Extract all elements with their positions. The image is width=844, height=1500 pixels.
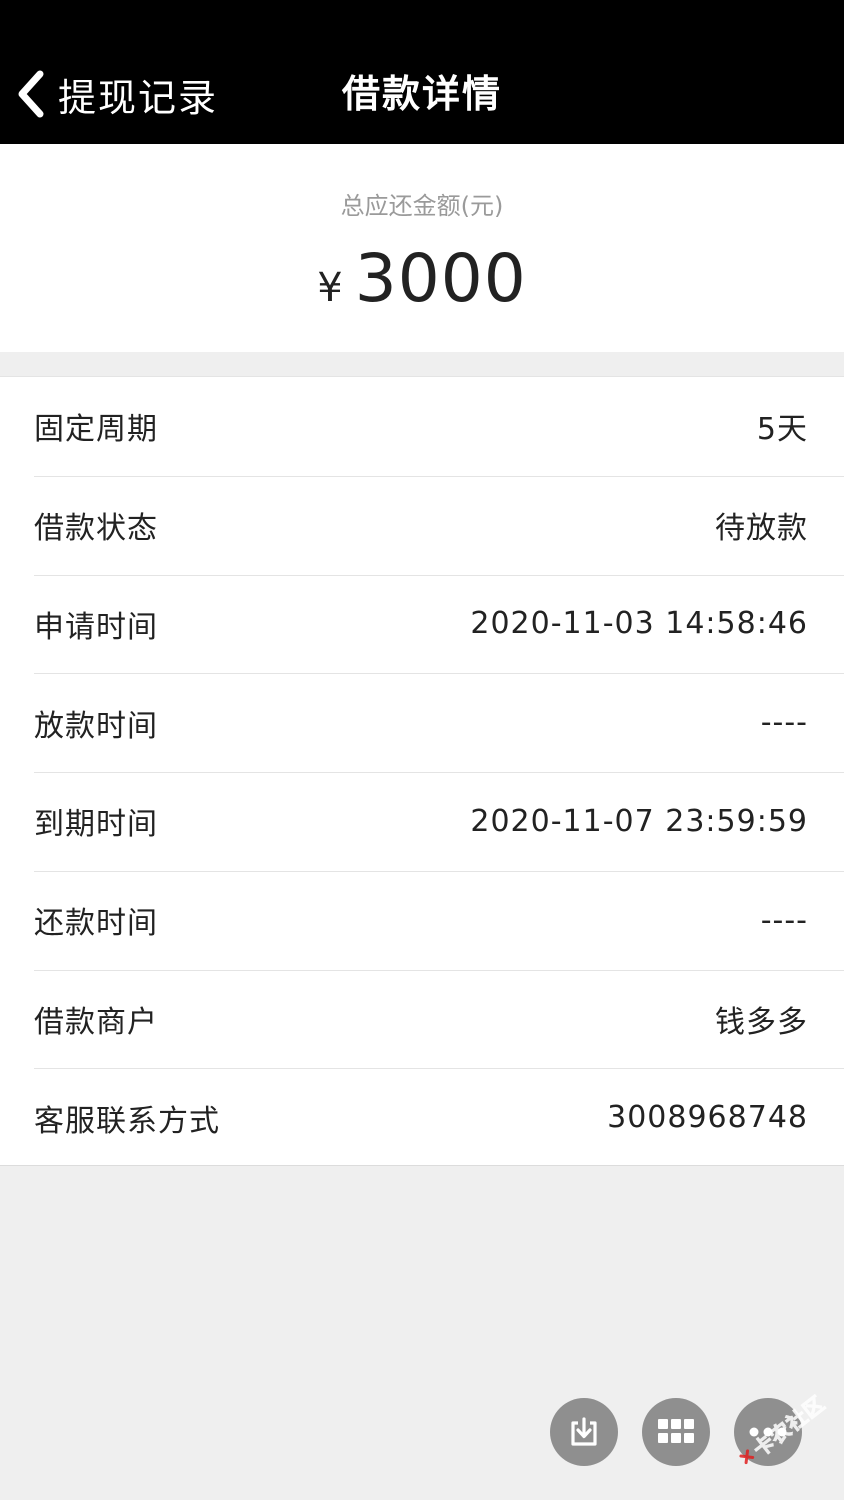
grid-icon: [658, 1419, 694, 1443]
row-value: 2020-11-07 23:59:59: [470, 803, 808, 839]
amount-card: 总应还金额(元) ¥ 3000: [0, 144, 844, 352]
row-value: ----: [760, 705, 808, 741]
detail-row-apply-time: 申请时间 2020-11-03 14:58:46: [0, 574, 844, 674]
loan-detail-list: 固定周期 5天 借款状态 待放款 申请时间 2020-11-03 14:58:4…: [0, 376, 844, 1166]
nav-bar: 提现记录 借款详情: [0, 0, 844, 144]
amount-number: 3000: [354, 240, 527, 317]
row-label: 放款时间: [34, 708, 158, 744]
row-label: 申请时间: [34, 609, 158, 645]
detail-row-fixed-period: 固定周期 5天: [0, 377, 844, 476]
detail-row-due-time: 到期时间 2020-11-07 23:59:59: [0, 772, 844, 871]
download-button[interactable]: [550, 1398, 618, 1466]
watermark: 卡农社区: [724, 1375, 840, 1484]
row-value: 5天: [756, 412, 808, 448]
amount-label: 总应还金额(元): [340, 192, 504, 220]
grid-menu-button[interactable]: [642, 1398, 710, 1466]
row-label: 到期时间: [34, 807, 158, 843]
detail-row-customer-service: 客服联系方式 3008968748: [0, 1068, 844, 1167]
row-label: 还款时间: [34, 906, 158, 942]
amount-value: ¥ 3000: [0, 240, 844, 317]
detail-row-loan-status: 借款状态 待放款: [0, 475, 844, 575]
row-value: 2020-11-03 14:58:46: [470, 606, 808, 642]
row-label: 固定周期: [34, 412, 158, 448]
row-value: ----: [760, 902, 808, 938]
page-title: 借款详情: [341, 72, 502, 116]
detail-row-merchant: 借款商户 钱多多: [0, 969, 844, 1069]
row-label: 借款商户: [34, 1004, 158, 1040]
row-value: 待放款: [715, 511, 808, 547]
row-value: 钱多多: [715, 1004, 808, 1040]
currency-symbol: ¥: [317, 265, 343, 311]
row-label: 客服联系方式: [34, 1103, 220, 1139]
detail-row-repay-time: 还款时间 ----: [0, 870, 844, 970]
row-value: 3008968748: [607, 1100, 808, 1136]
row-label: 借款状态: [34, 511, 158, 547]
detail-row-disburse-time: 放款时间 ----: [0, 673, 844, 772]
download-icon: [571, 1417, 597, 1446]
